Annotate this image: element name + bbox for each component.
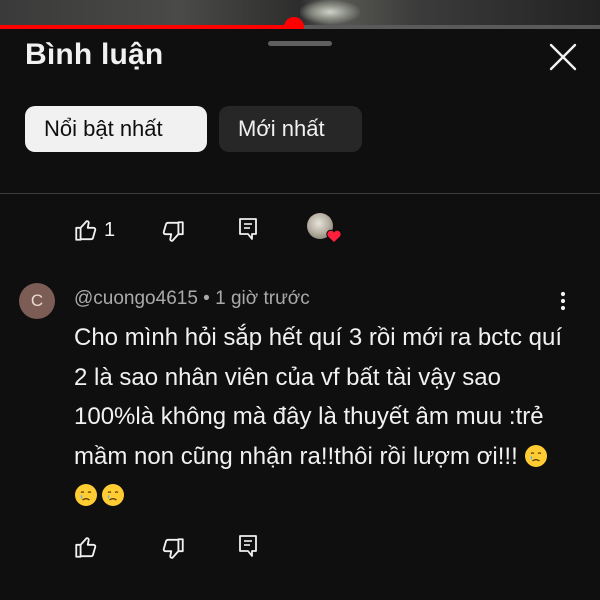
divider bbox=[0, 193, 600, 194]
reply-icon[interactable] bbox=[236, 533, 260, 559]
sort-chip-top[interactable]: Nổi bật nhất bbox=[25, 106, 207, 152]
thumbs-up-icon[interactable] bbox=[73, 534, 99, 560]
comment-author[interactable]: @cuongo4615 bbox=[74, 288, 198, 309]
comment-text: Cho mình hỏi sắp hết quí 3 rồi mới ra bc… bbox=[74, 324, 562, 470]
crying-face-emoji bbox=[75, 484, 97, 506]
thumbs-up-icon[interactable] bbox=[73, 217, 99, 243]
thumbs-down-icon[interactable] bbox=[160, 536, 186, 562]
drag-handle[interactable] bbox=[268, 41, 332, 46]
creator-heart[interactable] bbox=[307, 213, 343, 245]
crying-face-emoji bbox=[102, 484, 124, 506]
avatar[interactable]: C bbox=[19, 283, 55, 319]
sort-chip-newest[interactable]: Mới nhất bbox=[219, 106, 362, 152]
more-vert-icon[interactable] bbox=[552, 290, 574, 312]
meta-separator: • bbox=[203, 288, 210, 309]
thumbs-down-icon[interactable] bbox=[160, 219, 186, 245]
creator-heart-icon bbox=[326, 229, 342, 244]
crying-face-emoji bbox=[525, 444, 548, 467]
close-icon[interactable] bbox=[544, 38, 582, 76]
reply-icon[interactable] bbox=[236, 216, 260, 242]
panel-title: Bình luận bbox=[25, 38, 164, 71]
comment-meta: @cuongo4615 • 1 giờ trước bbox=[74, 288, 310, 310]
video-frame-highlight bbox=[300, 0, 360, 24]
comment-time: 1 giờ trước bbox=[215, 288, 310, 309]
like-count: 1 bbox=[104, 219, 116, 241]
comment-body: Cho mình hỏi sắp hết quí 3 rồi mới ra bc… bbox=[74, 318, 574, 516]
